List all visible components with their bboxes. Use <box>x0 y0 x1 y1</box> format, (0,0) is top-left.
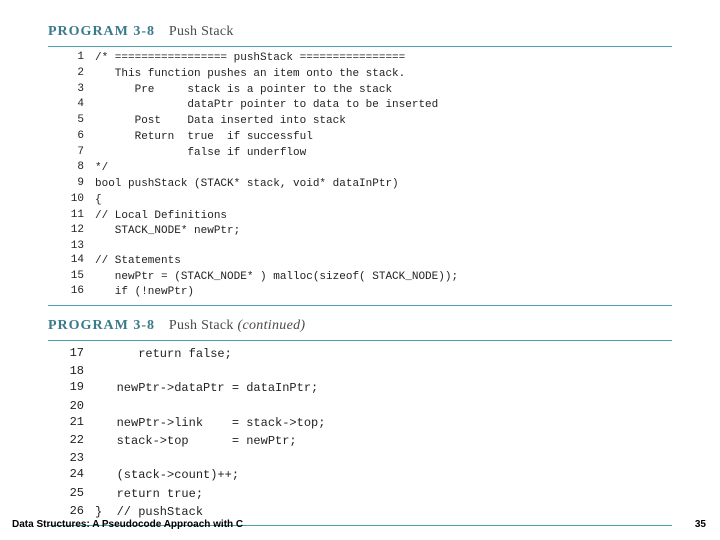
line-number: 17 <box>48 345 94 363</box>
code-line: 15 newPtr = (STACK_NODE* ) malloc(sizeof… <box>48 270 672 286</box>
footer-text: Data Structures: A Pseudocode Approach w… <box>12 519 243 530</box>
code-line: 14// Statements <box>48 254 672 270</box>
code-line: 8*/ <box>48 161 672 177</box>
line-number: 6 <box>48 130 94 146</box>
code-line: 3 Pre stack is a pointer to the stack <box>48 83 672 99</box>
line-number: 7 <box>48 146 94 162</box>
code-text: if (!newPtr) <box>94 285 672 301</box>
code-text: dataPtr pointer to data to be inserted <box>94 98 672 114</box>
line-number: 21 <box>48 414 94 432</box>
line-number: 3 <box>48 83 94 99</box>
code-text: bool pushStack (STACK* stack, void* data… <box>94 177 672 193</box>
line-number: 8 <box>48 161 94 177</box>
program-label-1: PROGRAM 3-8 <box>48 24 155 39</box>
code-line: 24 (stack->count)++; <box>48 466 672 484</box>
program-label-2: PROGRAM 3-8 <box>48 318 155 333</box>
program-title-1: Push Stack <box>169 24 234 39</box>
code-line: 20 <box>48 398 672 414</box>
line-number: 4 <box>48 98 94 114</box>
code-line: 16 if (!newPtr) <box>48 285 672 301</box>
line-number: 14 <box>48 254 94 270</box>
code-text: // Statements <box>94 254 672 270</box>
code-line: 11// Local Definitions <box>48 209 672 225</box>
code-line: 12 STACK_NODE* newPtr; <box>48 224 672 240</box>
code-line: 13 <box>48 240 672 254</box>
program-title-2: Push Stack <box>169 318 234 333</box>
code-text <box>94 363 672 379</box>
slide-page: PROGRAM 3-8 Push Stack 1/* =============… <box>0 0 720 540</box>
code-line: 19 newPtr->dataPtr = dataInPtr; <box>48 379 672 397</box>
code-text: Post Data inserted into stack <box>94 114 672 130</box>
code-text: /* ================= pushStack =========… <box>94 51 672 67</box>
line-number: 15 <box>48 270 94 286</box>
line-number: 12 <box>48 224 94 240</box>
code-text: Pre stack is a pointer to the stack <box>94 83 672 99</box>
code-listing-2: 17 return false;1819 newPtr->dataPtr = d… <box>48 340 672 526</box>
code-line: 21 newPtr->link = stack->top; <box>48 414 672 432</box>
line-number: 2 <box>48 67 94 83</box>
line-number: 18 <box>48 363 94 379</box>
code-line: 6 Return true if successful <box>48 130 672 146</box>
code-line: 7 false if underflow <box>48 146 672 162</box>
code-line: 2 This function pushes an item onto the … <box>48 67 672 83</box>
code-text: Return true if successful <box>94 130 672 146</box>
code-text: (stack->count)++; <box>94 466 672 484</box>
code-line: 1/* ================= pushStack ========… <box>48 51 672 67</box>
line-number: 19 <box>48 379 94 397</box>
code-line: 22 stack->top = newPtr; <box>48 432 672 450</box>
code-line: 17 return false; <box>48 345 672 363</box>
code-text <box>94 398 672 414</box>
line-number: 13 <box>48 240 94 254</box>
code-line: 10{ <box>48 193 672 209</box>
code-text: STACK_NODE* newPtr; <box>94 224 672 240</box>
program-header-2: PROGRAM 3-8 Push Stack (continued) <box>48 318 672 334</box>
code-line: 25 return true; <box>48 485 672 503</box>
line-number: 10 <box>48 193 94 209</box>
code-line: 23 <box>48 450 672 466</box>
code-text: newPtr->dataPtr = dataInPtr; <box>94 379 672 397</box>
line-number: 16 <box>48 285 94 301</box>
code-text: This function pushes an item onto the st… <box>94 67 672 83</box>
code-line: 9bool pushStack (STACK* stack, void* dat… <box>48 177 672 193</box>
code-text: { <box>94 193 672 209</box>
line-number: 11 <box>48 209 94 225</box>
line-number: 22 <box>48 432 94 450</box>
line-number: 23 <box>48 450 94 466</box>
code-text <box>94 240 672 254</box>
line-number: 9 <box>48 177 94 193</box>
line-number: 25 <box>48 485 94 503</box>
code-line: 18 <box>48 363 672 379</box>
code-listing-1: 1/* ================= pushStack ========… <box>48 46 672 306</box>
code-table-2: 17 return false;1819 newPtr->dataPtr = d… <box>48 345 672 521</box>
page-number: 35 <box>695 519 706 530</box>
code-text: return true; <box>94 485 672 503</box>
code-text: return false; <box>94 345 672 363</box>
code-text: newPtr->link = stack->top; <box>94 414 672 432</box>
program-continued: (continued) <box>238 318 306 333</box>
code-text: false if underflow <box>94 146 672 162</box>
code-table-1: 1/* ================= pushStack ========… <box>48 51 672 301</box>
code-text: newPtr = (STACK_NODE* ) malloc(sizeof( S… <box>94 270 672 286</box>
code-line: 5 Post Data inserted into stack <box>48 114 672 130</box>
line-number: 5 <box>48 114 94 130</box>
line-number: 1 <box>48 51 94 67</box>
code-text: // Local Definitions <box>94 209 672 225</box>
program-header-1: PROGRAM 3-8 Push Stack <box>48 24 672 40</box>
line-number: 24 <box>48 466 94 484</box>
code-text <box>94 450 672 466</box>
code-line: 4 dataPtr pointer to data to be inserted <box>48 98 672 114</box>
code-text: stack->top = newPtr; <box>94 432 672 450</box>
line-number: 20 <box>48 398 94 414</box>
code-text: */ <box>94 161 672 177</box>
